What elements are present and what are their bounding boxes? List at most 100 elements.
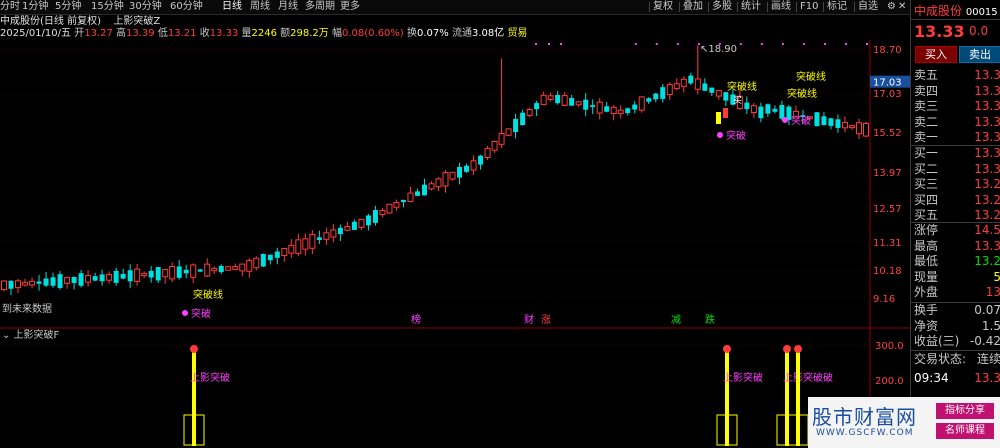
candle-body[interactable]: [323, 232, 330, 240]
candle-body[interactable]: [491, 141, 498, 151]
tool-button-6[interactable]: 标记: [827, 0, 847, 14]
candle-body[interactable]: [513, 118, 519, 132]
candle-body[interactable]: [673, 83, 680, 90]
candle-body[interactable]: [841, 121, 848, 129]
period-tab-4[interactable]: 30分钟: [129, 0, 162, 14]
candle-body[interactable]: [169, 265, 176, 280]
candle-body[interactable]: [604, 106, 610, 112]
candle-body[interactable]: [638, 96, 645, 111]
tool-button-4[interactable]: 画线: [771, 0, 791, 14]
candle-body[interactable]: [625, 108, 631, 114]
candle-body[interactable]: [50, 277, 56, 286]
tool-button-2[interactable]: 多股: [712, 0, 732, 14]
candle-body[interactable]: [583, 99, 589, 110]
candle-body[interactable]: [1, 280, 7, 291]
candle-body[interactable]: [702, 83, 708, 91]
candle-body[interactable]: [232, 266, 239, 270]
candle-body[interactable]: [779, 105, 785, 119]
candle-body[interactable]: [113, 270, 119, 283]
candle-body[interactable]: [127, 270, 133, 282]
tool-button-0[interactable]: 复权: [653, 0, 673, 14]
candle-body[interactable]: [414, 191, 420, 196]
candle-body[interactable]: [765, 104, 771, 114]
candle-body[interactable]: [617, 109, 624, 115]
period-tab-6[interactable]: 日线: [222, 0, 242, 14]
sell-button[interactable]: 卖出: [959, 46, 1000, 63]
tool-button-1[interactable]: 叠加: [683, 0, 703, 14]
candle-body[interactable]: [358, 218, 365, 228]
candle-body[interactable]: [814, 112, 820, 127]
candle-body[interactable]: [723, 92, 729, 101]
candle-body[interactable]: [78, 273, 84, 286]
candle-body[interactable]: [457, 166, 463, 178]
gear-icon[interactable]: ⚙: [887, 0, 896, 14]
candle-body[interactable]: [29, 280, 36, 286]
candle-body[interactable]: [85, 275, 92, 283]
candle-body[interactable]: [106, 273, 113, 281]
candle-body[interactable]: [225, 266, 232, 271]
candle-body[interactable]: [204, 263, 211, 277]
candle-body[interactable]: [295, 239, 302, 254]
candle-body[interactable]: [148, 270, 154, 278]
candle-body[interactable]: [197, 269, 203, 272]
candle-body[interactable]: [365, 215, 371, 226]
candle-body[interactable]: [8, 280, 14, 289]
candle-body[interactable]: [646, 98, 652, 102]
candle-body[interactable]: [750, 105, 757, 114]
candle-body[interactable]: [484, 147, 491, 159]
candle-body[interactable]: [709, 87, 715, 93]
candle-body[interactable]: [688, 75, 694, 84]
candle-body[interactable]: [302, 238, 309, 250]
candle-body[interactable]: [680, 78, 687, 87]
candle-body[interactable]: [715, 89, 722, 97]
tool-button-3[interactable]: 统计: [741, 0, 761, 14]
candle-body[interactable]: [176, 266, 182, 278]
candle-body[interactable]: [267, 254, 273, 261]
candle-body[interactable]: [36, 281, 42, 284]
candle-body[interactable]: [610, 106, 617, 115]
sector-tag[interactable]: 贸易: [507, 28, 527, 39]
candle-body[interactable]: [15, 280, 22, 289]
candle-body[interactable]: [351, 221, 357, 230]
candle-body[interactable]: [470, 160, 477, 171]
candle-body[interactable]: [555, 94, 561, 104]
candle-body[interactable]: [253, 257, 260, 269]
candle-body[interactable]: [540, 94, 547, 106]
candle-body[interactable]: [260, 254, 266, 267]
period-tab-7[interactable]: 周线: [250, 0, 270, 14]
candle-body[interactable]: [863, 122, 869, 137]
period-tab-9[interactable]: 多周期: [305, 0, 335, 14]
candle-body[interactable]: [372, 210, 378, 223]
candle-body[interactable]: [134, 268, 141, 282]
candle-body[interactable]: [155, 267, 161, 281]
candle-body[interactable]: [694, 78, 701, 90]
candle-body[interactable]: [43, 278, 49, 286]
candle-body[interactable]: [821, 116, 827, 125]
period-tab-1[interactable]: 1分钟: [22, 0, 48, 14]
candle-body[interactable]: [239, 263, 246, 272]
candle-body[interactable]: [848, 125, 855, 129]
period-tab-5[interactable]: 60分钟: [170, 0, 203, 14]
candle-body[interactable]: [561, 95, 568, 106]
candle-body[interactable]: [421, 184, 427, 196]
candle-body[interactable]: [520, 112, 526, 126]
kline-chart[interactable]: 18.7017.0315.5213.9712.5711.3110.189.16 …: [0, 40, 910, 448]
candle-body[interactable]: [92, 276, 98, 281]
candle-body[interactable]: [99, 274, 105, 282]
candle-body[interactable]: [575, 101, 582, 106]
candle-body[interactable]: [758, 106, 764, 119]
candle-body[interactable]: [337, 227, 343, 235]
candle-body[interactable]: [288, 244, 295, 254]
candle-body[interactable]: [505, 128, 512, 136]
candle-body[interactable]: [218, 265, 224, 273]
candle-body[interactable]: [71, 276, 77, 283]
period-tab-0[interactable]: 分时: [0, 0, 20, 14]
candle-body[interactable]: [316, 237, 322, 240]
candle-body[interactable]: [274, 251, 280, 258]
candle-body[interactable]: [744, 102, 750, 110]
period-tab-2[interactable]: 5分钟: [55, 0, 81, 14]
candle-body[interactable]: [855, 122, 862, 135]
candle-body[interactable]: [393, 201, 400, 208]
candle-body[interactable]: [660, 87, 666, 99]
period-tab-10[interactable]: 更多: [340, 0, 360, 14]
